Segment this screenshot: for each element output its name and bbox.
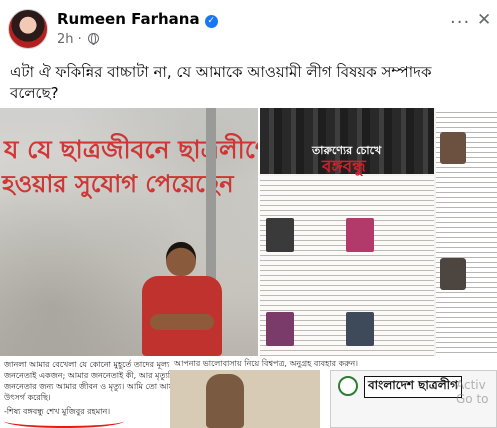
activate-windows-watermark: Activ Go to bbox=[456, 378, 489, 406]
bottom-photo-person bbox=[206, 374, 244, 428]
post-header: Rumeen Farhana ✓ 2h · ··· ✕ bbox=[0, 0, 497, 56]
side-portrait-2 bbox=[440, 258, 466, 290]
globe-icon bbox=[87, 33, 99, 45]
chhatra-league-card-title: বাংলাদেশ ছাত্রলীগ bbox=[364, 376, 462, 398]
verified-badge-icon: ✓ bbox=[204, 15, 218, 28]
post-time[interactable]: 2h bbox=[57, 32, 74, 47]
newspaper-portrait bbox=[346, 312, 374, 346]
author-avatar[interactable] bbox=[8, 9, 48, 49]
bottom-photo-background bbox=[170, 370, 320, 428]
meta-separator: · bbox=[77, 32, 82, 47]
red-underline-mark bbox=[4, 414, 124, 428]
activate-line-1: Activ bbox=[456, 378, 486, 392]
chhatra-league-seal-icon bbox=[338, 376, 358, 396]
author-name[interactable]: Rumeen Farhana ✓ bbox=[57, 10, 218, 28]
newspaper-portrait bbox=[266, 218, 294, 252]
photo-bottom-collage[interactable]: আপনার ভালোবাসায় নিয়ে বিশ্বপত্র, অনুগ্র… bbox=[170, 356, 497, 428]
side-portrait-1 bbox=[440, 132, 466, 164]
activate-line-2: Go to bbox=[456, 392, 489, 406]
photo-newspaper[interactable]: তারুণ্যের চোখে বঙ্গবন্ধু bbox=[260, 108, 497, 356]
person-arms bbox=[150, 314, 214, 330]
photo-wall-graffiti[interactable]: য যে ছাত্রজীবনে ছাত্রলীগের হওয়ার সুযোগ … bbox=[0, 108, 258, 356]
close-icon[interactable]: ✕ bbox=[477, 10, 491, 30]
author-name-text[interactable]: Rumeen Farhana bbox=[57, 10, 200, 28]
more-options-icon[interactable]: ··· bbox=[450, 12, 470, 33]
person-head bbox=[166, 242, 196, 276]
post-caption: এটা ঐ ফকিন্নির বাচ্চাটা না, যে আমাকে আওয… bbox=[10, 63, 432, 102]
person-red-shirt bbox=[140, 242, 224, 356]
graffiti-line-2: হওয়ার সুযোগ পেয়েছেন bbox=[2, 169, 234, 198]
newspaper-portrait bbox=[266, 312, 294, 346]
post-meta: 2h · bbox=[57, 32, 99, 47]
photo-grid[interactable]: য যে ছাত্রজীবনে ছাত্রলীগের হওয়ার সুযোগ … bbox=[0, 108, 497, 428]
newspaper-portrait bbox=[346, 218, 374, 252]
